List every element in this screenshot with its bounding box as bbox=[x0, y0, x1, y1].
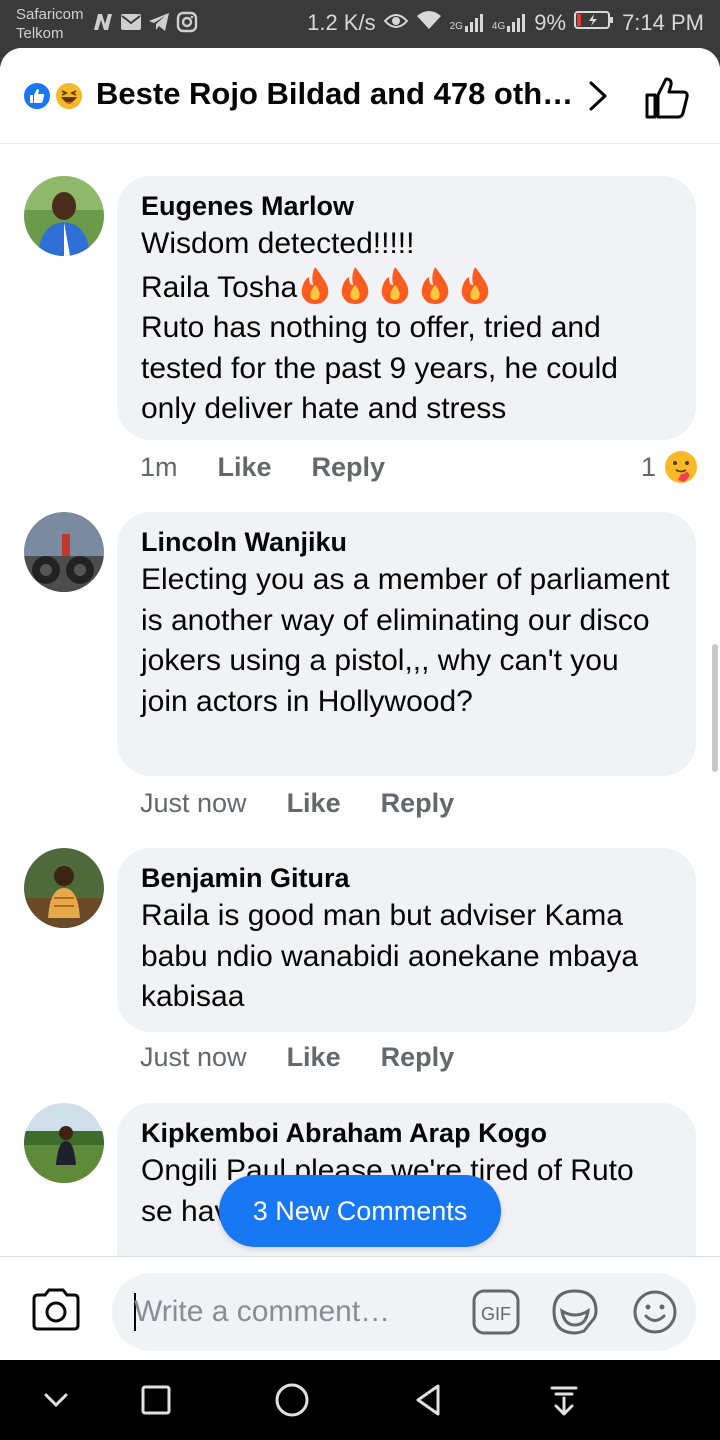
fire-icon bbox=[341, 266, 369, 304]
network-type-2: 4G bbox=[491, 21, 506, 32]
reaction-summary[interactable] bbox=[22, 81, 90, 111]
comment-text: Ruto has nothing to offer, tried and tes… bbox=[141, 311, 618, 425]
signal-icon: 2G bbox=[450, 14, 484, 32]
comment-actions: Just now Like Reply bbox=[140, 788, 454, 819]
reply-button[interactable]: Reply bbox=[312, 452, 386, 483]
comment-bubble[interactable]: Benjamin Gitura Raila is good man but ad… bbox=[117, 848, 696, 1032]
wifi-icon bbox=[416, 10, 442, 36]
like-reaction-icon bbox=[22, 81, 52, 111]
comment-author[interactable]: Eugenes Marlow bbox=[141, 188, 672, 224]
back-button[interactable] bbox=[408, 1380, 448, 1420]
carrier-2: Telkom bbox=[16, 25, 64, 42]
pull-down-icon bbox=[550, 1386, 578, 1416]
comment-time: Just now bbox=[140, 1042, 247, 1072]
sticker-button[interactable] bbox=[550, 1287, 600, 1335]
system-nav-bar bbox=[0, 1360, 720, 1440]
gif-icon: GIF bbox=[472, 1289, 520, 1335]
avatar[interactable] bbox=[24, 848, 104, 928]
circle-icon bbox=[275, 1383, 309, 1417]
chevron-right-icon[interactable] bbox=[583, 80, 613, 112]
carrier-names: Safaricom Telkom bbox=[16, 5, 84, 43]
carrier-1: Safaricom bbox=[16, 6, 84, 23]
camera-button[interactable] bbox=[30, 1287, 82, 1333]
chevron-down-icon bbox=[44, 1393, 68, 1408]
network-type-1: 2G bbox=[449, 21, 463, 32]
notification-icons bbox=[92, 11, 198, 33]
reply-button[interactable]: Reply bbox=[381, 788, 455, 819]
network-speed: 1.2 K/s bbox=[307, 10, 376, 35]
avatar[interactable] bbox=[24, 176, 104, 256]
telegram-icon bbox=[148, 11, 170, 33]
battery-icon bbox=[574, 10, 614, 36]
like-post-button[interactable] bbox=[644, 76, 690, 120]
comment-text-fragment: Raila Tosha bbox=[141, 270, 298, 304]
like-comment-button[interactable]: Like bbox=[287, 1042, 341, 1073]
avatar[interactable] bbox=[24, 1103, 104, 1183]
comment-author[interactable]: Lincoln Wanjiku bbox=[141, 524, 672, 560]
fire-icon bbox=[301, 266, 329, 304]
home-button[interactable] bbox=[272, 1380, 312, 1420]
like-comment-button[interactable]: Like bbox=[218, 452, 272, 483]
fire-icon bbox=[461, 266, 489, 304]
clock: 7:14 PM bbox=[622, 10, 704, 35]
n-icon bbox=[92, 11, 114, 33]
battery-percent: 9% bbox=[534, 10, 567, 35]
comment-composer: GIF bbox=[0, 1256, 720, 1360]
gif-label: GIF bbox=[481, 1304, 511, 1324]
recents-button[interactable] bbox=[136, 1380, 176, 1420]
mail-icon bbox=[120, 11, 142, 33]
notification-pull-button[interactable] bbox=[544, 1380, 584, 1420]
comment-time: Just now bbox=[140, 788, 247, 818]
care-reaction-icon bbox=[665, 451, 697, 483]
fire-emoji-group bbox=[297, 266, 497, 304]
sticker-icon bbox=[552, 1289, 598, 1335]
collapse-nav-button[interactable] bbox=[36, 1380, 76, 1420]
square-icon bbox=[141, 1385, 171, 1415]
comment-input[interactable] bbox=[134, 1287, 454, 1337]
status-indicators: 1.2 K/s 2G 4G 9% 7:14 PM bbox=[307, 10, 704, 36]
comment-author[interactable]: Kipkemboi Abraham Arap Kogo bbox=[141, 1115, 672, 1151]
fire-icon bbox=[421, 266, 449, 304]
comment-actions: Just now Like Reply bbox=[140, 1042, 454, 1073]
like-comment-button[interactable]: Like bbox=[287, 788, 341, 819]
comment-text: Electing you as a member of parliament i… bbox=[141, 563, 670, 718]
haha-reaction-icon bbox=[54, 81, 84, 111]
reply-button[interactable]: Reply bbox=[381, 1042, 455, 1073]
comment-author[interactable]: Benjamin Gitura bbox=[141, 860, 672, 896]
reaction-count: 1 bbox=[640, 451, 656, 482]
back-triangle-icon bbox=[416, 1384, 440, 1416]
new-comments-button[interactable]: 3 New Comments bbox=[219, 1175, 501, 1247]
avatar[interactable] bbox=[24, 512, 104, 592]
signal-icon-2: 4G bbox=[492, 14, 526, 32]
comment-time: 1m bbox=[140, 452, 178, 482]
comment-text-line: Raila Tosha bbox=[141, 265, 672, 309]
comments-sheet: Beste Rojo Bildad and 478 others Eugenes… bbox=[0, 48, 720, 1360]
camera-icon bbox=[32, 1288, 80, 1331]
eye-icon bbox=[383, 10, 408, 36]
comment-bubble[interactable]: Lincoln Wanjiku Electing you as a member… bbox=[117, 512, 696, 776]
comment-actions: 1m Like Reply bbox=[140, 452, 385, 483]
comment-text: Raila is good man but adviser Kama babu … bbox=[141, 899, 639, 1013]
reactions-header: Beste Rojo Bildad and 478 others bbox=[0, 48, 720, 144]
comment-reactions[interactable]: 1 bbox=[641, 450, 698, 484]
comment-input-container[interactable]: GIF bbox=[112, 1273, 696, 1351]
comment-text: Wisdom detected!!!!! bbox=[141, 227, 415, 260]
status-bar: Safaricom Telkom 1.2 K/s 2G 4G 9% 7:14 P… bbox=[0, 0, 720, 48]
emoji-button[interactable] bbox=[632, 1289, 678, 1335]
instagram-icon bbox=[176, 11, 198, 33]
fire-icon bbox=[381, 266, 409, 304]
reactions-title[interactable]: Beste Rojo Bildad and 478 others bbox=[96, 76, 576, 112]
comment-bubble[interactable]: Eugenes Marlow Wisdom detected!!!!! Rail… bbox=[117, 176, 696, 440]
scrollbar[interactable] bbox=[712, 644, 718, 772]
gif-button[interactable]: GIF bbox=[472, 1289, 520, 1335]
smiley-icon bbox=[633, 1290, 677, 1334]
